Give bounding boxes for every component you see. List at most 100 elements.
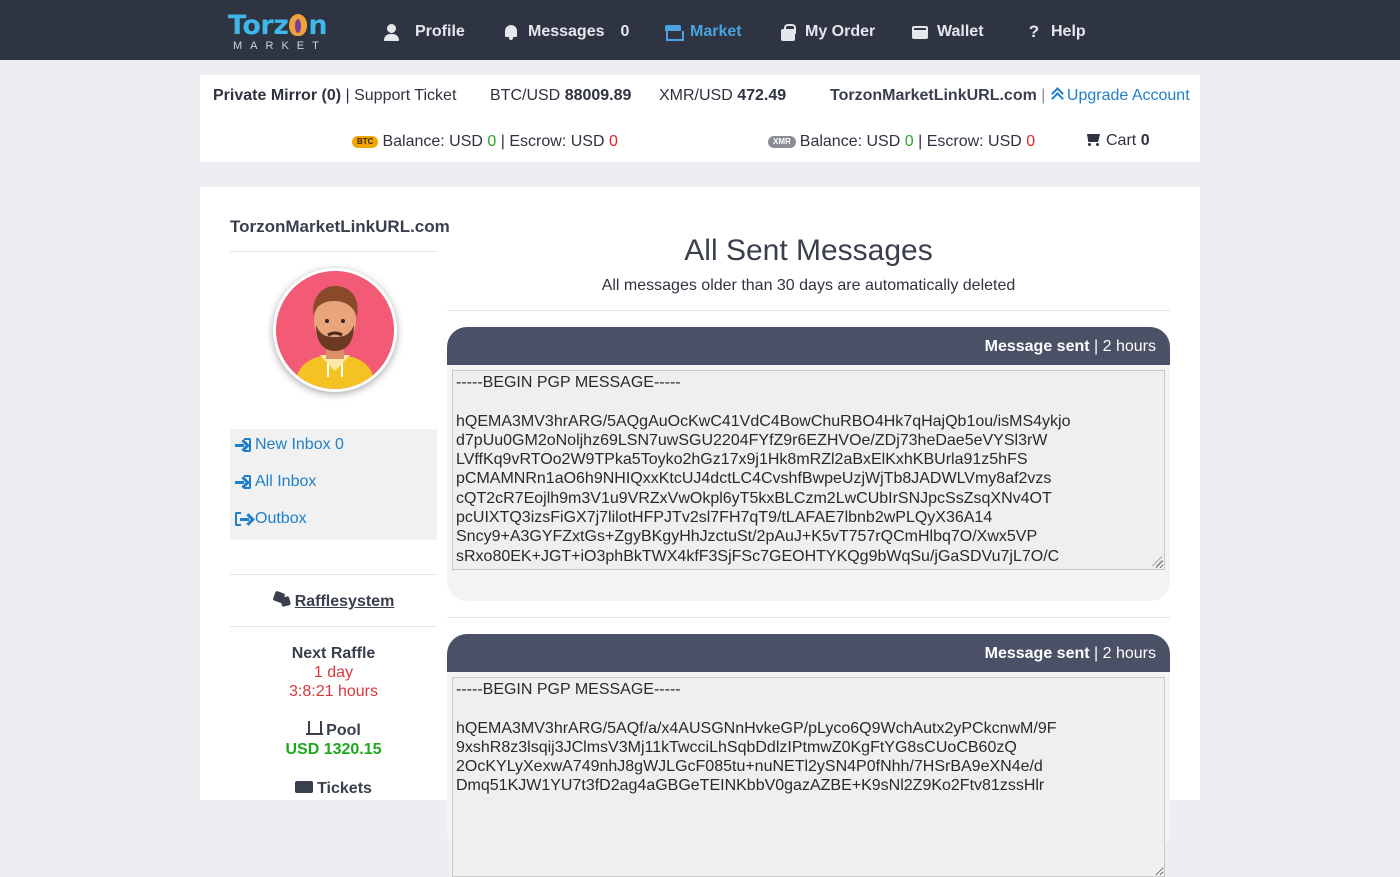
separator: | xyxy=(1094,338,1099,355)
tickets-label: Tickets xyxy=(317,780,372,797)
shopping-bag-icon xyxy=(779,23,797,41)
mirror-support-links: Private Mirror (0) | Support Ticket xyxy=(213,87,456,105)
separator: | xyxy=(345,87,350,104)
site-upgrade-links: TorzonMarketLinkURL.com | Upgrade Accoun… xyxy=(830,87,1190,105)
message-age: 2 hours xyxy=(1102,338,1156,355)
xmr-badge: XMR xyxy=(768,136,796,148)
nav-wallet[interactable]: Wallet xyxy=(911,20,984,44)
message-folder-menu: New Inbox 0 All Inbox Outbox xyxy=(230,429,437,540)
torzon-logo[interactable]: Torz n MARKET xyxy=(228,10,338,53)
divider xyxy=(447,617,1170,618)
nav-my-order-label: My Order xyxy=(805,23,876,40)
upgrade-account-link[interactable]: Upgrade Account xyxy=(1050,87,1190,104)
cart-label: Cart xyxy=(1106,132,1137,149)
divider xyxy=(230,251,437,252)
pool-info: Pool USD 1320.15 xyxy=(230,721,437,759)
question-icon: ? xyxy=(1028,22,1040,41)
nav-messages-label: Messages xyxy=(528,23,605,40)
nav-profile[interactable]: Profile xyxy=(383,20,465,44)
sidebar-site-title: TorzonMarketLinkURL.com xyxy=(230,217,450,236)
btc-usd-label: BTC/USD xyxy=(490,87,561,104)
ticket-icon xyxy=(295,781,314,793)
next-raffle-countdown: 3:8:21 hours xyxy=(289,683,378,700)
nav-help[interactable]: ? Help xyxy=(1025,20,1086,44)
cart-link[interactable]: Cart 0 xyxy=(1084,132,1150,150)
menu-outbox[interactable]: Outbox xyxy=(235,509,307,529)
resize-handle[interactable] xyxy=(1152,556,1162,566)
message-status: Message sent xyxy=(984,338,1090,355)
escrow-label: Escrow: USD xyxy=(926,133,1022,150)
nav-my-order[interactable]: My Order xyxy=(779,20,875,44)
next-raffle-label: Next Raffle xyxy=(291,645,376,662)
message-body: -----BEGIN PGP MESSAGE----- hQEMA3MV3hrA… xyxy=(447,365,1170,601)
next-raffle-days: 1 day xyxy=(313,664,354,681)
double-chevron-up-icon xyxy=(1050,87,1064,101)
xmr-escrow-value: 0 xyxy=(1026,133,1036,150)
avatar xyxy=(273,268,397,392)
menu-all-inbox[interactable]: All Inbox xyxy=(235,472,316,492)
pgp-message-textarea[interactable]: -----BEGIN PGP MESSAGE----- hQEMA3MV3hrA… xyxy=(452,370,1165,570)
sent-message-card: Message sent | 2 hours -----BEGIN PGP ME… xyxy=(447,634,1170,877)
logo-wordmark: Torz n xyxy=(228,10,328,41)
top-navbar: Torz n MARKET Profile Messages 0 Market M… xyxy=(0,0,1400,60)
btc-badge: BTC xyxy=(352,136,379,148)
message-age: 2 hours xyxy=(1102,645,1156,662)
divider xyxy=(447,310,1170,311)
store-icon xyxy=(664,23,684,41)
account-info-bar: Private Mirror (0) | Support Ticket BTC/… xyxy=(200,75,1200,162)
wallet-icon xyxy=(911,23,929,41)
nav-wallet-label: Wallet xyxy=(937,23,984,40)
divider xyxy=(230,626,437,627)
message-header: Message sent | 2 hours xyxy=(447,327,1170,365)
raffle-system-link[interactable]: Rafflesystem xyxy=(230,591,437,611)
private-mirror-link[interactable]: Private Mirror (0) xyxy=(213,87,341,104)
main-panel: TorzonMarketLinkURL.com New Inbox 0 All … xyxy=(200,187,1200,877)
next-raffle-info: Next Raffle 1 day 3:8:21 hours xyxy=(230,644,437,701)
cart-icon xyxy=(1084,132,1102,146)
upgrade-account-label: Upgrade Account xyxy=(1066,87,1190,104)
xmr-usd-rate: XMR/USD 472.49 xyxy=(659,87,786,105)
bell-icon xyxy=(502,23,520,41)
btc-escrow-value: 0 xyxy=(608,133,618,150)
avatar-illustration xyxy=(276,271,394,389)
pgp-message-textarea[interactable]: -----BEGIN PGP MESSAGE----- hQEMA3MV3hrA… xyxy=(452,677,1165,877)
page-title: All Sent Messages xyxy=(684,234,933,267)
separator: | xyxy=(1094,645,1099,662)
btc-balance-value: 0 xyxy=(487,133,497,150)
separator: | xyxy=(1041,87,1046,104)
support-ticket-link[interactable]: Support Ticket xyxy=(354,87,456,104)
nav-market-label: Market xyxy=(690,23,742,40)
xmr-usd-value: 472.49 xyxy=(737,87,787,104)
sign-in-icon xyxy=(235,475,251,489)
user-icon xyxy=(383,23,401,41)
onion-icon xyxy=(289,14,308,36)
message-status: Message sent xyxy=(984,645,1090,662)
xmr-usd-label: XMR/USD xyxy=(659,87,733,104)
menu-all-inbox-label: All Inbox xyxy=(255,473,317,490)
nav-messages[interactable]: Messages 0 xyxy=(502,20,629,44)
sent-message-card: Message sent | 2 hours -----BEGIN PGP ME… xyxy=(447,327,1170,601)
balance-label: Balance: USD xyxy=(382,133,483,150)
xmr-balance: XMR Balance: USD 0 | Escrow: USD 0 xyxy=(768,133,1035,151)
btc-balance: BTC Balance: USD 0 | Escrow: USD 0 xyxy=(352,133,618,151)
escrow-label: Escrow: USD xyxy=(509,133,605,150)
sign-out-icon xyxy=(235,512,251,526)
menu-new-inbox-label: New Inbox 0 xyxy=(255,436,344,453)
menu-new-inbox[interactable]: New Inbox 0 xyxy=(235,435,344,455)
menu-outbox-label: Outbox xyxy=(255,510,307,527)
nav-market[interactable]: Market xyxy=(664,20,742,44)
balance-label: Balance: USD xyxy=(799,133,901,150)
pool-label: Pool xyxy=(326,722,361,739)
xmr-balance-value: 0 xyxy=(904,133,914,150)
pool-value: USD 1320.15 xyxy=(285,741,382,758)
message-header: Message sent | 2 hours xyxy=(447,634,1170,672)
nav-profile-label: Profile xyxy=(415,23,465,40)
divider xyxy=(230,574,437,575)
tickets-info: Tickets xyxy=(230,779,437,798)
separator: | xyxy=(918,133,923,150)
sign-in-icon xyxy=(235,438,251,452)
site-link[interactable]: TorzonMarketLinkURL.com xyxy=(830,87,1037,104)
nav-help-label: Help xyxy=(1051,23,1086,40)
cart-count: 0 xyxy=(1140,132,1150,149)
btc-usd-value: 88009.89 xyxy=(564,87,632,104)
